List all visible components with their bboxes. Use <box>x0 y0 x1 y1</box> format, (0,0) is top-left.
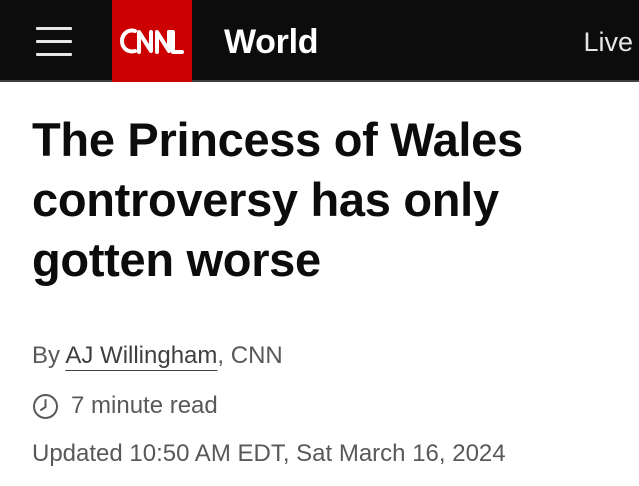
menu-line <box>36 40 72 43</box>
menu-line <box>36 53 72 56</box>
byline: By AJ Willingham, CNN <box>32 338 283 374</box>
article-headline: The Princess of Wales controversy has on… <box>32 110 622 290</box>
hamburger-menu-button[interactable] <box>30 22 78 62</box>
clock-icon <box>33 393 58 419</box>
cnn-logo[interactable] <box>112 0 192 82</box>
byline-source: , CNN <box>217 342 283 369</box>
cnn-logo-mark <box>120 28 184 54</box>
live-link[interactable]: Live <box>583 22 633 62</box>
author-link[interactable]: AJ Willingham <box>65 342 217 369</box>
headline-line: gotten worse <box>32 233 321 286</box>
byline-prefix: By <box>32 342 66 369</box>
headline-line: controversy has only <box>32 173 499 226</box>
headline-line: The Princess of Wales <box>32 113 523 166</box>
updated-timestamp: Updated 10:50 AM EDT, Sat March 16, 2024 <box>32 440 506 467</box>
menu-line <box>36 27 72 30</box>
section-title[interactable]: World <box>224 22 319 62</box>
top-nav-bar: World Live <box>0 0 639 82</box>
read-time-text: 7 minute read <box>71 392 218 419</box>
read-time: 7 minute read <box>32 388 218 424</box>
